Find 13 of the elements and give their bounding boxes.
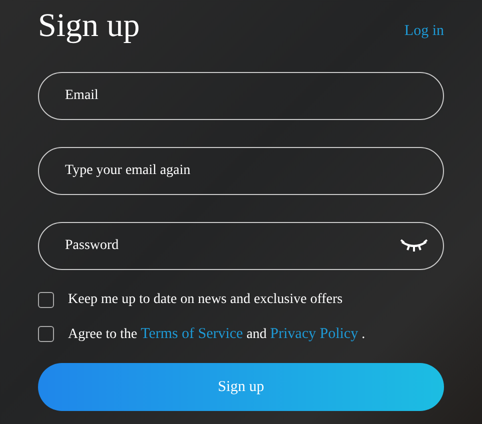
policy-link[interactable]: Privacy Policy [270, 326, 358, 342]
checkbox-label: Agree to the Terms of Service and Privacy Policy . [68, 326, 366, 342]
input-field[interactable]: Type your email again [38, 147, 444, 195]
input-field[interactable]: Password [38, 222, 444, 270]
sign-up-button[interactable]: Sign up [38, 363, 444, 411]
checkbox-label: Keep me up to date on news and exclusive offers [68, 292, 343, 308]
checkbox[interactable] [38, 326, 54, 342]
page-title: Sign up [38, 7, 140, 46]
login-link[interactable]: Log in [404, 23, 444, 40]
closed-eye-icon[interactable] [400, 239, 428, 253]
checkbox[interactable] [38, 292, 54, 308]
input-field[interactable]: Email [38, 72, 444, 120]
policy-link[interactable]: Terms of Service [140, 326, 243, 342]
